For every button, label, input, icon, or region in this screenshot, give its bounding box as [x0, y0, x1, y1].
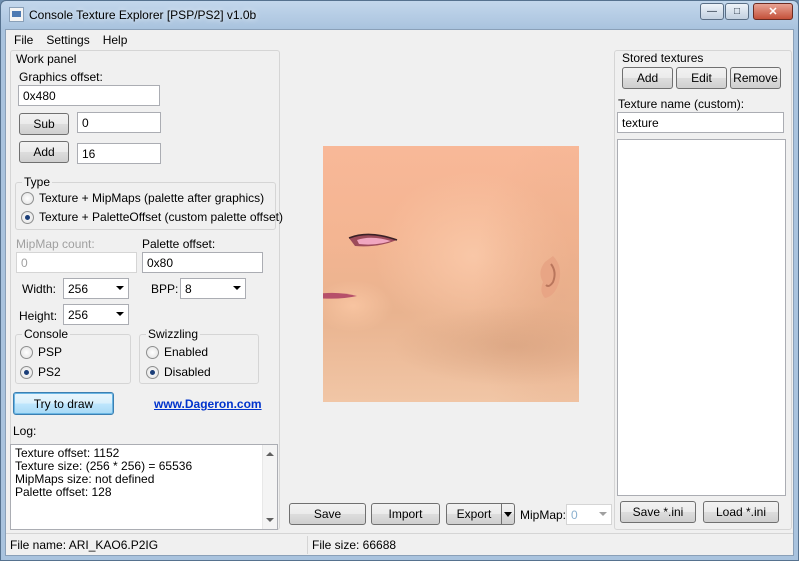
- log-textarea[interactable]: Texture offset: 1152 Texture size: (256 …: [10, 444, 278, 530]
- type-option-palette-offset-label: Texture + PaletteOffset (custom palette …: [39, 210, 284, 224]
- app-window: Console Texture Explorer [PSP/PS2] v1.0b…: [0, 0, 799, 561]
- add-value-input[interactable]: 16: [77, 143, 161, 164]
- window-title: Console Texture Explorer [PSP/PS2] v1.0b: [29, 8, 257, 22]
- stored-textures-list[interactable]: [617, 139, 786, 496]
- swizzling-option-enabled[interactable]: Enabled: [146, 345, 208, 359]
- swizzling-group-title: Swizzling: [146, 327, 201, 341]
- type-group-title: Type: [22, 175, 53, 189]
- try-to-draw-button[interactable]: Try to draw: [13, 392, 114, 415]
- chevron-down-icon: [116, 286, 124, 290]
- texture-name-label: Texture name (custom):: [618, 97, 745, 111]
- stored-add-button[interactable]: Add: [622, 67, 673, 89]
- scroll-down-icon[interactable]: [266, 518, 274, 522]
- mipmap-count-label: MipMap count:: [16, 237, 95, 251]
- sub-value-input[interactable]: 0: [77, 112, 161, 133]
- swizzling-option-disabled-label: Disabled: [164, 365, 211, 379]
- chevron-down-icon: [599, 512, 607, 516]
- minimize-button[interactable]: —: [700, 3, 724, 20]
- scroll-up-icon[interactable]: [266, 452, 274, 456]
- mipmap-select-value: 0: [571, 508, 578, 522]
- type-group: Type Texture + MipMaps (palette after gr…: [15, 175, 283, 230]
- radio-on-icon: [146, 365, 159, 379]
- radio-off-icon: [146, 345, 159, 359]
- status-file-name: File name: ARI_KAO6.P2IG: [6, 536, 308, 554]
- radio-off-icon: [21, 191, 34, 205]
- log-scrollbar[interactable]: [262, 445, 277, 529]
- type-option-mipmaps[interactable]: Texture + MipMaps (palette after graphic…: [21, 191, 264, 205]
- client-area: File Settings Help Work panel Graphics o…: [5, 29, 794, 556]
- height-select-value: 256: [68, 308, 89, 322]
- stored-textures-title: Stored textures: [622, 51, 704, 65]
- width-select-value: 256: [68, 282, 89, 296]
- stored-remove-button[interactable]: Remove: [730, 67, 781, 89]
- width-label: Width:: [22, 282, 57, 296]
- console-group-title: Console: [22, 327, 71, 341]
- title-bar: Console Texture Explorer [PSP/PS2] v1.0b…: [1, 1, 798, 29]
- status-bar: File name: ARI_KAO6.P2IG File size: 6668…: [6, 533, 793, 555]
- swizzling-option-disabled[interactable]: Disabled: [146, 365, 211, 379]
- menu-help[interactable]: Help: [95, 30, 133, 50]
- type-option-palette-offset[interactable]: Texture + PaletteOffset (custom palette …: [21, 210, 283, 224]
- chevron-down-icon: [116, 312, 124, 316]
- bpp-select-value: 8: [185, 282, 192, 296]
- radio-on-icon: [20, 365, 33, 379]
- width-select[interactable]: 256: [63, 278, 129, 299]
- type-option-mipmaps-label: Texture + MipMaps (palette after graphic…: [39, 191, 265, 205]
- import-button[interactable]: Import: [371, 503, 440, 525]
- lips-icon: [323, 292, 357, 299]
- radio-on-icon: [21, 210, 34, 224]
- menu-settings[interactable]: Settings: [38, 30, 94, 50]
- swizzling-option-enabled-label: Enabled: [164, 345, 209, 359]
- graphics-offset-input[interactable]: 0x480: [18, 85, 160, 106]
- console-option-ps2-label: PS2: [38, 365, 61, 379]
- status-file-size: File size: 66688: [312, 538, 397, 552]
- close-button[interactable]: ✕: [753, 3, 793, 20]
- log-line: Palette offset: 128: [15, 485, 112, 499]
- palette-offset-input[interactable]: 0x80: [142, 252, 263, 273]
- bpp-select[interactable]: 8: [180, 278, 246, 299]
- palette-offset-label: Palette offset:: [142, 237, 216, 251]
- load-ini-button[interactable]: Load *.ini: [703, 501, 779, 523]
- mipmap-count-input[interactable]: 0: [16, 252, 137, 273]
- add-button[interactable]: Add: [19, 141, 69, 163]
- log-label: Log:: [13, 424, 37, 438]
- console-option-ps2[interactable]: PS2: [20, 365, 61, 379]
- mipmap-select[interactable]: 0: [566, 504, 612, 525]
- work-panel-title: Work panel: [16, 52, 77, 66]
- console-option-psp-label: PSP: [38, 345, 63, 359]
- graphics-offset-label: Graphics offset:: [19, 70, 103, 84]
- sub-button[interactable]: Sub: [19, 113, 69, 135]
- eye-icon: [348, 233, 398, 247]
- chevron-down-icon: [504, 511, 512, 517]
- radio-off-icon: [20, 345, 33, 359]
- chevron-down-icon: [233, 286, 241, 290]
- mipmap-label: MipMap:: [520, 508, 567, 522]
- app-icon: [9, 7, 24, 22]
- height-label: Height:: [19, 309, 58, 323]
- texture-name-input[interactable]: texture: [617, 112, 784, 133]
- texture-preview: [323, 146, 579, 402]
- dageron-link[interactable]: www.Dageron.com: [154, 397, 262, 411]
- console-group: Console PSP PS2: [15, 327, 131, 384]
- maximize-button[interactable]: □: [725, 3, 749, 20]
- save-ini-button[interactable]: Save *.ini: [620, 501, 696, 523]
- stored-textures-panel: Stored textures Add Edit Remove Texture …: [614, 50, 792, 530]
- swizzling-group: Swizzling Enabled Disabled: [139, 327, 259, 384]
- stored-edit-button[interactable]: Edit: [676, 67, 727, 89]
- console-option-psp[interactable]: PSP: [20, 345, 62, 359]
- menu-file[interactable]: File: [6, 30, 38, 50]
- height-select[interactable]: 256: [63, 304, 129, 325]
- export-button[interactable]: Export: [446, 503, 502, 525]
- ear-icon: [540, 256, 561, 298]
- export-dropdown-button[interactable]: [501, 503, 515, 525]
- bpp-label: BPP:: [151, 282, 179, 296]
- save-button[interactable]: Save: [289, 503, 366, 525]
- menu-bar: File Settings Help: [6, 30, 793, 50]
